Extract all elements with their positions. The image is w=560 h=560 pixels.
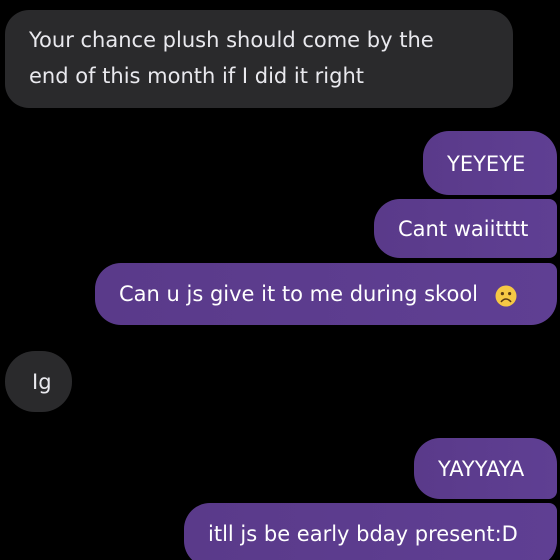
- frowning-face-emoji-icon: [495, 283, 517, 307]
- message-text: YEYEYE: [447, 152, 526, 176]
- incoming-message-bubble[interactable]: Ig: [5, 351, 72, 412]
- message-text: Can u js give it to me during skool: [119, 282, 478, 306]
- message-text-line: end of this month if I did it right: [29, 64, 365, 88]
- message-text: YAYYAYA: [438, 457, 525, 481]
- message-text: Cant waiitttt: [398, 217, 529, 241]
- incoming-message-bubble[interactable]: Your chance plush should come by the end…: [5, 10, 513, 108]
- message-text: itll js be early bday present:D: [208, 522, 518, 546]
- outgoing-message-bubble[interactable]: YAYYAYA: [414, 438, 557, 499]
- outgoing-message-bubble[interactable]: itll js be early bday present:D: [184, 503, 557, 560]
- message-thread: Your chance plush should come by the end…: [0, 0, 560, 560]
- message-text-line: Your chance plush should come by the: [29, 28, 434, 52]
- outgoing-message-bubble[interactable]: Cant waiitttt: [374, 199, 557, 258]
- message-text: Ig: [32, 370, 52, 394]
- outgoing-message-bubble[interactable]: Can u js give it to me during skool: [95, 263, 557, 325]
- outgoing-message-bubble[interactable]: YEYEYE: [423, 131, 557, 195]
